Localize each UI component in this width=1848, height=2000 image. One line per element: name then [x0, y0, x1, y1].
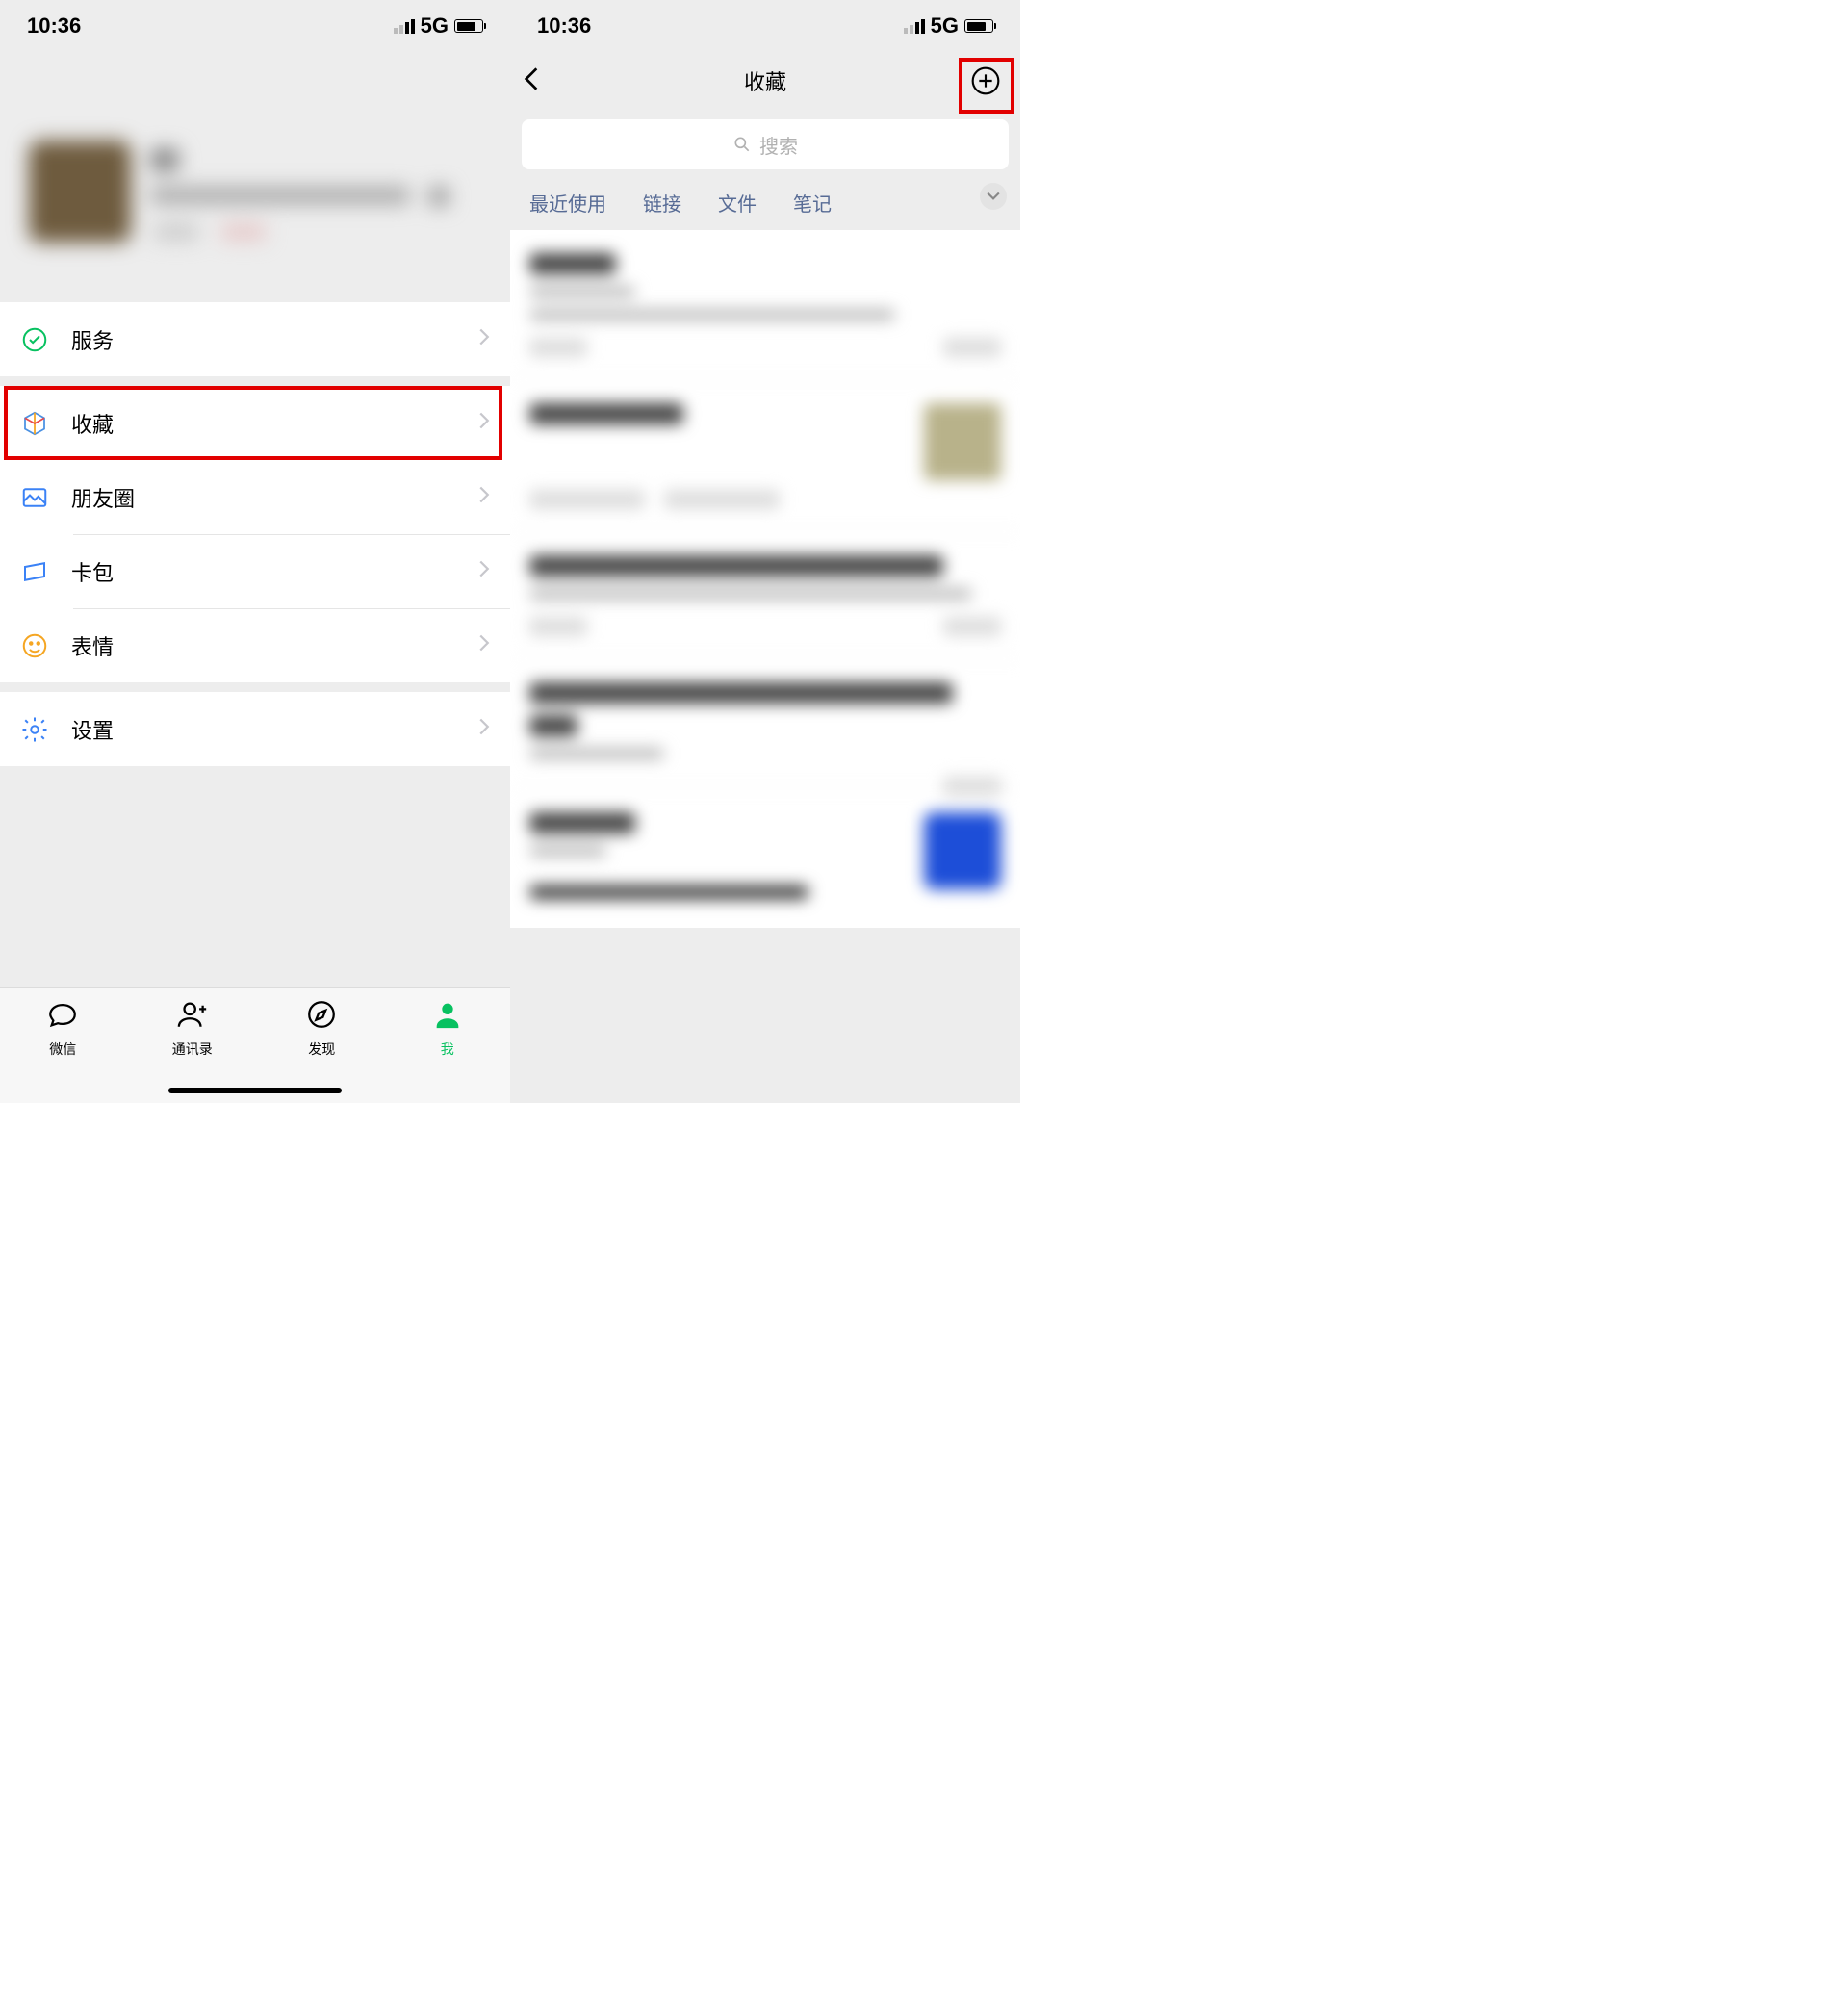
- favorites-icon: [19, 408, 50, 439]
- tab-contacts[interactable]: 通讯录: [172, 998, 213, 1059]
- tab-discover[interactable]: 发现: [305, 998, 338, 1059]
- chat-icon: [46, 998, 79, 1036]
- list-item[interactable]: [510, 788, 1020, 928]
- network-label: 5G: [421, 13, 449, 38]
- filter-files[interactable]: 文件: [718, 189, 757, 217]
- moments-icon: [19, 482, 50, 513]
- list-item[interactable]: [510, 658, 1020, 788]
- row-favorites[interactable]: 收藏: [0, 386, 510, 460]
- network-label: 5G: [931, 13, 959, 38]
- tab-label: 微信: [49, 1039, 76, 1059]
- tab-chats[interactable]: 微信: [46, 998, 79, 1059]
- chevron-right-icon: [477, 717, 491, 741]
- row-label: 朋友圈: [71, 482, 135, 513]
- discover-icon: [305, 998, 338, 1036]
- me-icon: [431, 998, 464, 1036]
- profile-area[interactable]: [0, 52, 510, 302]
- screen-me: 10:36 5G: [0, 0, 510, 1103]
- home-indicator: [168, 1088, 342, 1093]
- list-item[interactable]: [510, 230, 1020, 379]
- row-label: 设置: [71, 714, 114, 745]
- services-icon: [19, 324, 50, 355]
- nav-bar: 收藏: [510, 52, 1020, 110]
- tabbar: 微信 通讯录 发现 我: [0, 987, 510, 1103]
- row-label: 服务: [71, 324, 114, 355]
- chevron-right-icon: [477, 633, 491, 657]
- battery-icon: [964, 19, 993, 33]
- chevron-down-icon: [987, 190, 1000, 203]
- add-button[interactable]: [961, 56, 1011, 106]
- tab-label: 发现: [308, 1039, 335, 1059]
- row-settings[interactable]: 设置: [0, 692, 510, 766]
- back-button[interactable]: [524, 65, 539, 98]
- avatar: [29, 141, 131, 243]
- chevron-right-icon: [477, 559, 491, 583]
- row-services[interactable]: 服务: [0, 302, 510, 376]
- row-label: 表情: [71, 630, 114, 661]
- cards-icon: [19, 556, 50, 587]
- signal-icon: [394, 19, 415, 34]
- page-title: 收藏: [744, 65, 786, 96]
- row-cards[interactable]: 卡包: [0, 534, 510, 608]
- stickers-icon: [19, 630, 50, 661]
- row-label: 收藏: [71, 408, 114, 439]
- screen-favorites: 10:36 5G 收藏 搜索 最近使用: [510, 0, 1020, 1103]
- filter-notes[interactable]: 笔记: [793, 189, 832, 217]
- search-input[interactable]: 搜索: [522, 119, 1009, 169]
- gear-icon: [19, 714, 50, 745]
- tab-label: 我: [441, 1039, 454, 1059]
- filter-recent[interactable]: 最近使用: [529, 189, 606, 217]
- row-moments[interactable]: 朋友圈: [0, 460, 510, 534]
- filter-bar: 最近使用 链接 文件 笔记: [510, 179, 1020, 230]
- row-stickers[interactable]: 表情: [0, 608, 510, 682]
- battery-icon: [454, 19, 483, 33]
- status-bar: 10:36 5G: [510, 0, 1020, 52]
- expand-filters-button[interactable]: [980, 183, 1007, 210]
- status-time: 10:36: [537, 13, 591, 38]
- tab-label: 通讯录: [172, 1039, 213, 1059]
- contacts-icon: [176, 998, 209, 1036]
- signal-icon: [904, 19, 925, 34]
- search-icon: [732, 135, 752, 154]
- search-placeholder: 搜索: [759, 131, 798, 159]
- list-item[interactable]: [510, 531, 1020, 658]
- row-label: 卡包: [71, 556, 114, 587]
- favorites-list: [510, 230, 1020, 928]
- list-item[interactable]: [510, 379, 1020, 531]
- status-time: 10:36: [27, 13, 81, 38]
- tab-me[interactable]: 我: [431, 998, 464, 1059]
- chevron-right-icon: [477, 327, 491, 351]
- status-bar: 10:36 5G: [0, 0, 510, 52]
- chevron-right-icon: [477, 411, 491, 435]
- filter-links[interactable]: 链接: [643, 189, 681, 217]
- chevron-right-icon: [477, 485, 491, 509]
